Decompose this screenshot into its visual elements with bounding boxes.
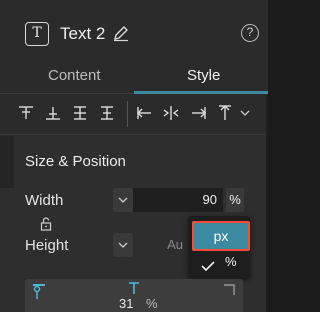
width-mode-dropdown[interactable] <box>113 188 133 212</box>
style-panel: T Text 2 ? Content Style Size & Position… <box>0 0 268 312</box>
height-mode-dropdown[interactable] <box>113 233 133 257</box>
tab-style[interactable]: Style <box>187 67 220 84</box>
offset-value[interactable]: 31 <box>119 296 133 311</box>
unlock-icon[interactable] <box>40 217 52 231</box>
tab-content[interactable]: Content <box>48 67 101 84</box>
text-type-icon: T <box>25 22 49 46</box>
scrollbar[interactable] <box>266 95 268 312</box>
help-icon[interactable]: ? <box>241 24 259 42</box>
toolbar-divider <box>127 101 128 127</box>
width-value-input[interactable]: 90 <box>133 188 223 212</box>
active-tab-indicator <box>134 91 268 94</box>
pencil-icon[interactable] <box>112 24 130 42</box>
alignment-toolbar <box>0 95 268 135</box>
align-middle-icon[interactable] <box>71 104 89 122</box>
anchor-corner-icon[interactable] <box>222 283 236 297</box>
unit-option-px[interactable]: px <box>192 221 250 251</box>
section-gutter <box>0 136 14 188</box>
panel-header: T Text 2 ? <box>0 0 268 62</box>
unit-option-percent[interactable]: % <box>225 254 237 269</box>
align-bottom-icon[interactable] <box>44 104 62 122</box>
align-top-edge-icon[interactable] <box>216 104 234 122</box>
panel-tabs: Content Style <box>0 62 268 94</box>
align-left-edge-icon[interactable] <box>136 104 154 122</box>
align-center-h-icon[interactable] <box>162 104 180 122</box>
anchor-top-left-icon[interactable] <box>31 283 47 299</box>
offset-unit[interactable]: % <box>146 296 158 311</box>
anchor-top-center-icon[interactable] <box>127 281 141 295</box>
element-title: Text 2 <box>60 24 106 43</box>
height-label: Height <box>25 237 69 254</box>
height-value-input[interactable]: Au <box>133 233 189 257</box>
distribute-icon[interactable] <box>98 104 116 122</box>
checkmark-icon <box>201 258 215 272</box>
width-unit-button[interactable]: % <box>226 188 244 212</box>
section-title: Size & Position <box>25 153 126 170</box>
align-top-icon[interactable] <box>17 104 35 122</box>
chevron-down-icon[interactable] <box>239 104 251 122</box>
align-right-edge-icon[interactable] <box>189 104 207 122</box>
width-label: Width <box>25 192 64 209</box>
